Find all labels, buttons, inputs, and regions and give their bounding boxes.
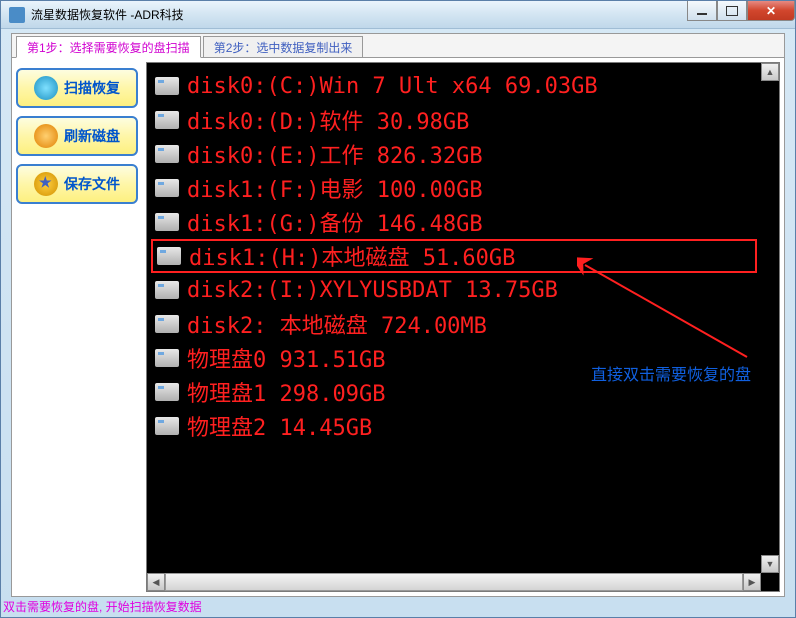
close-button[interactable]	[747, 1, 795, 21]
tab-content: 扫描恢复 刷新磁盘 保存文件 disk0:(C:)Win 7 Ult x64 6…	[16, 62, 780, 592]
disk-label: disk0:(C:)Win 7 Ult x64 69.03GB	[187, 74, 598, 99]
disk-label: disk1:(G:)备份 146.48GB	[187, 206, 483, 238]
scroll-down-button[interactable]: ▼	[761, 555, 779, 573]
refresh-icon	[34, 124, 58, 148]
tab-step1[interactable]: 第1步：选择需要恢复的盘扫描	[16, 36, 201, 58]
disk-row[interactable]: disk0:(C:)Win 7 Ult x64 69.03GB	[151, 69, 757, 103]
app-window: 流星数据恢复软件 -ADR科技 第1步：选择需要恢复的盘扫描 第2步：选中数据复…	[0, 0, 796, 618]
drive-icon	[155, 179, 179, 197]
maximize-button[interactable]	[717, 1, 747, 21]
drive-icon	[155, 213, 179, 231]
window-controls	[687, 1, 795, 21]
drive-icon	[155, 281, 179, 299]
scroll-left-button[interactable]: ◀	[147, 573, 165, 591]
drive-icon	[155, 349, 179, 367]
disk-label: disk0:(E:)工作 826.32GB	[187, 138, 483, 170]
scroll-right-button[interactable]: ▶	[743, 573, 761, 591]
disk-row[interactable]: 物理盘2 14.45GB	[151, 409, 757, 443]
app-icon	[9, 7, 25, 23]
save-file-button[interactable]: 保存文件	[16, 164, 138, 204]
disk-row[interactable]: disk0:(E:)工作 826.32GB	[151, 137, 757, 171]
disk-row[interactable]: disk1:(H:)本地磁盘 51.60GB	[151, 239, 757, 273]
refresh-label: 刷新磁盘	[64, 126, 120, 146]
horizontal-scrollbar[interactable]: ◀ ▶	[147, 573, 761, 591]
minimize-button[interactable]	[687, 1, 717, 21]
disk-row[interactable]: disk2: 本地磁盘 724.00MB	[151, 307, 757, 341]
disk-label: disk2: 本地磁盘 724.00MB	[187, 308, 487, 340]
disk-row[interactable]: disk1:(G:)备份 146.48GB	[151, 205, 757, 239]
disk-label: disk0:(D:)软件 30.98GB	[187, 104, 469, 136]
drive-icon	[155, 383, 179, 401]
disk-label: 物理盘0 931.51GB	[187, 342, 385, 374]
vertical-scrollbar[interactable]: ▲ ▼	[761, 63, 779, 573]
drive-icon	[155, 315, 179, 333]
scan-icon	[34, 76, 58, 100]
disk-row[interactable]: disk2:(I:)XYLYUSBDAT 13.75GB	[151, 273, 757, 307]
scroll-up-button[interactable]: ▲	[761, 63, 779, 81]
refresh-disks-button[interactable]: 刷新磁盘	[16, 116, 138, 156]
disk-row[interactable]: disk0:(D:)软件 30.98GB	[151, 103, 757, 137]
drive-icon	[155, 77, 179, 95]
drive-icon	[155, 145, 179, 163]
drive-icon	[155, 111, 179, 129]
scrollbar-corner	[761, 573, 779, 591]
scan-recover-button[interactable]: 扫描恢复	[16, 68, 138, 108]
disk-label: disk1:(H:)本地磁盘 51.60GB	[189, 240, 515, 272]
titlebar: 流星数据恢复软件 -ADR科技	[1, 1, 795, 29]
window-title: 流星数据恢复软件 -ADR科技	[31, 6, 184, 23]
scan-label: 扫描恢复	[64, 78, 120, 98]
sidebar: 扫描恢复 刷新磁盘 保存文件	[16, 62, 138, 592]
disk-label: disk2:(I:)XYLYUSBDAT 13.75GB	[187, 278, 558, 303]
disk-label: disk1:(F:)电影 100.00GB	[187, 172, 483, 204]
disk-label: 物理盘1 298.09GB	[187, 376, 385, 408]
annotation-hint: 直接双击需要恢复的盘	[591, 361, 751, 385]
scroll-thumb[interactable]	[165, 573, 743, 591]
drive-icon	[155, 417, 179, 435]
save-label: 保存文件	[64, 174, 120, 194]
disk-row[interactable]: disk1:(F:)电影 100.00GB	[151, 171, 757, 205]
save-icon	[34, 172, 58, 196]
disk-list: disk0:(C:)Win 7 Ult x64 69.03GB disk0:(D:…	[147, 63, 761, 573]
status-bar: 双击需要恢复的盘, 开始扫描恢复数据	[3, 598, 202, 615]
tab-step2[interactable]: 第2步：选中数据复制出来	[203, 36, 364, 57]
disk-list-panel: disk0:(C:)Win 7 Ult x64 69.03GB disk0:(D:…	[146, 62, 780, 592]
tab-strip: 第1步：选择需要恢复的盘扫描 第2步：选中数据复制出来	[12, 34, 784, 58]
disk-label: 物理盘2 14.45GB	[187, 410, 372, 442]
drive-icon	[157, 247, 181, 265]
client-area: 第1步：选择需要恢复的盘扫描 第2步：选中数据复制出来 扫描恢复 刷新磁盘 保存…	[11, 33, 785, 597]
